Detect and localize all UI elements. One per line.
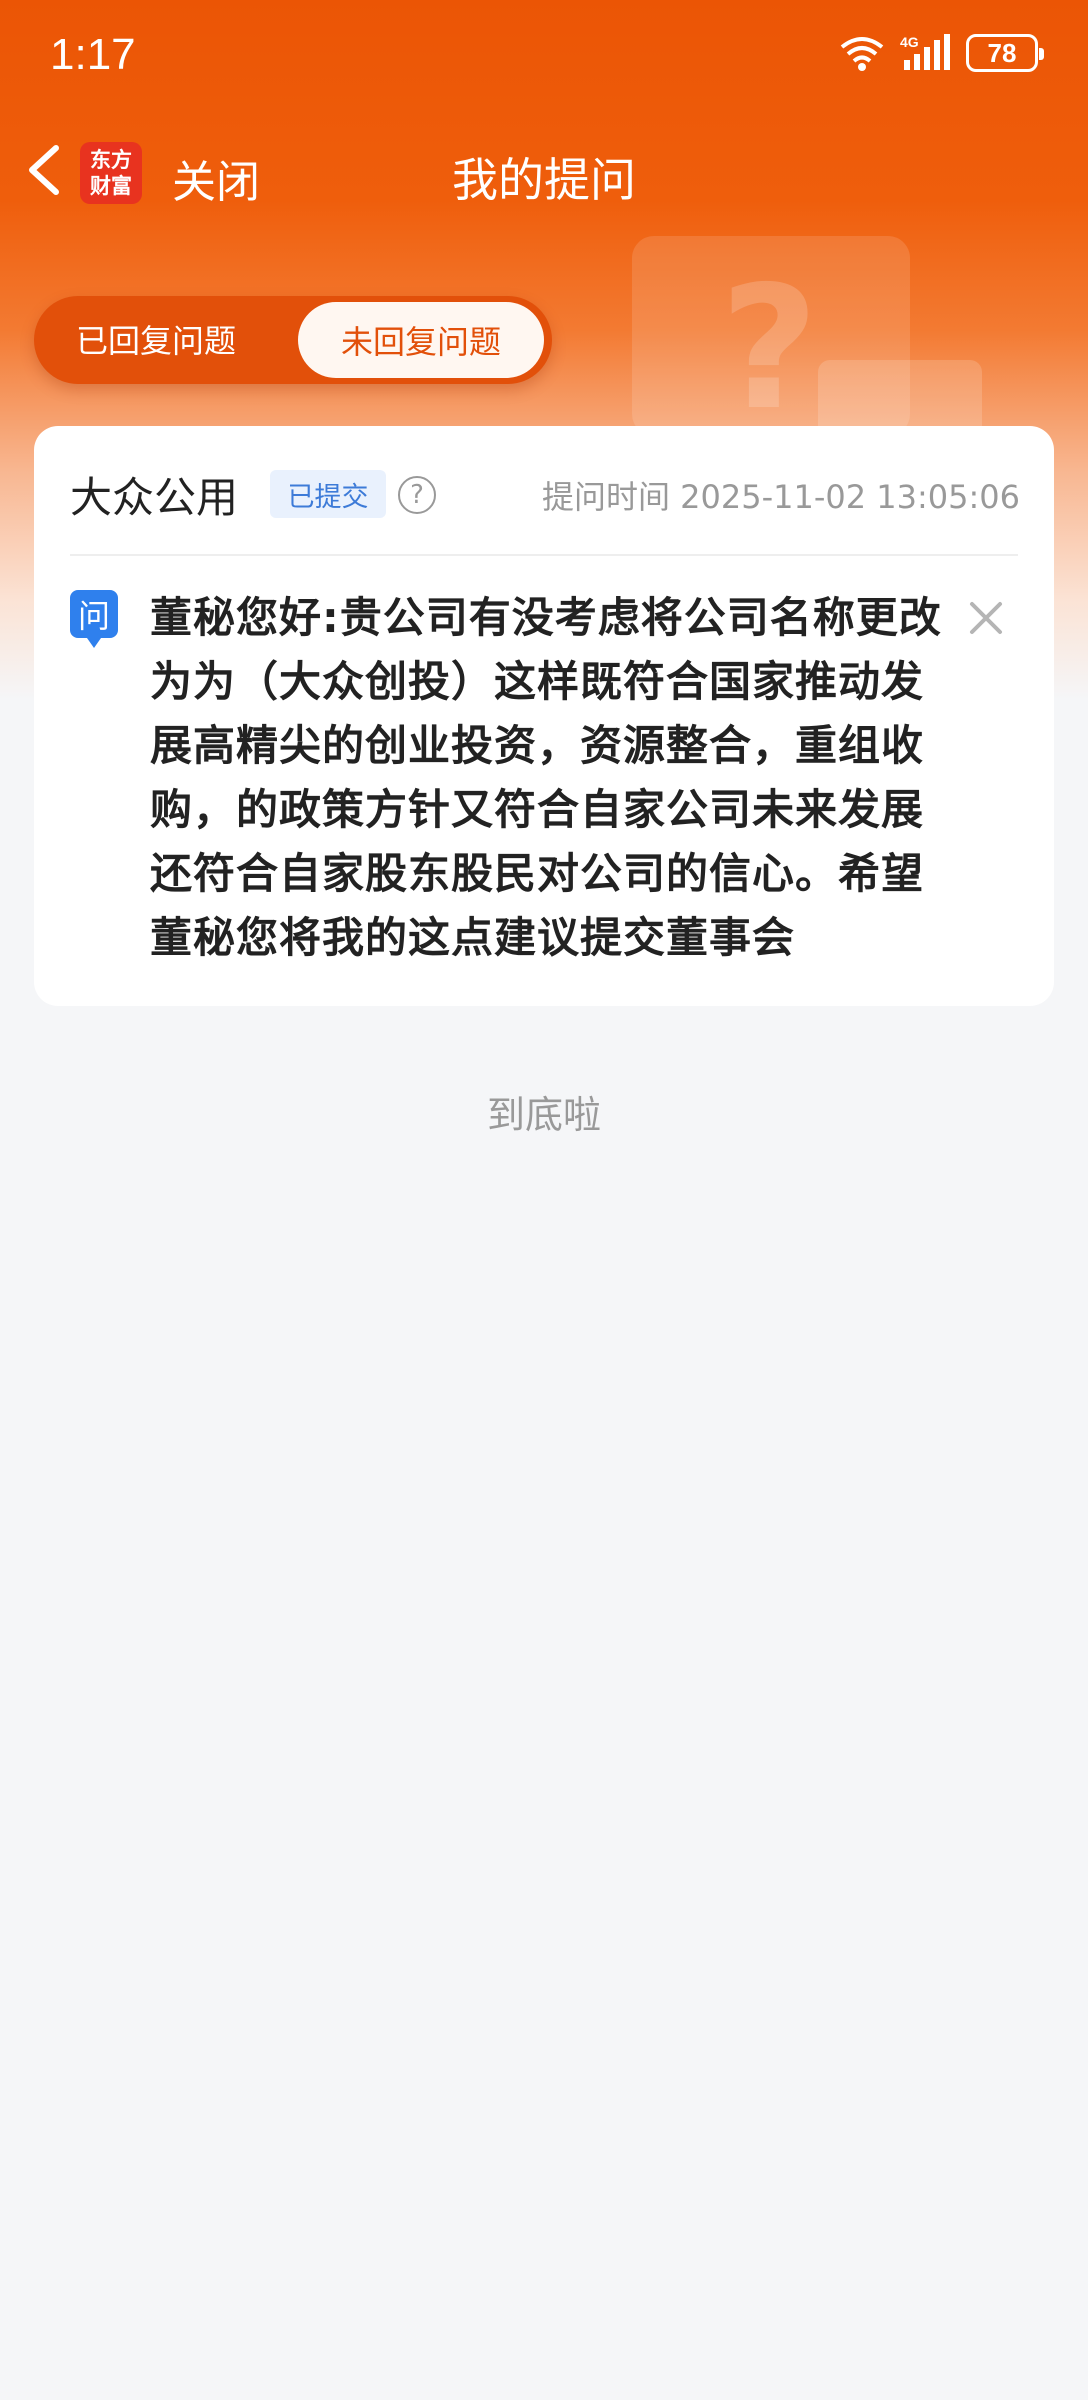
network-type-label: 4G	[900, 34, 919, 50]
close-icon[interactable]	[966, 598, 1006, 638]
question-line: 为为（大众创投）这样既符合国家推动发	[150, 657, 925, 706]
question-line: 购，的政策方针又符合自家公司未来发展	[150, 785, 925, 834]
battery-icon: 78	[966, 34, 1044, 72]
wifi-icon	[840, 37, 884, 71]
help-icon[interactable]: ?	[398, 476, 436, 514]
question-text: 董秘您好:贵公司有没考虑将公司名称更改 为为（大众创投）这样既符合国家推动发 展…	[150, 586, 1000, 970]
divider	[70, 554, 1018, 556]
battery-level: 78	[987, 37, 1017, 68]
tab-unanswered[interactable]: 未回复问题	[298, 302, 544, 378]
end-of-list-text: 到底啦	[486, 1093, 601, 1137]
status-badge: 已提交	[270, 470, 386, 518]
question-card: 大众公用 已提交 ? 提问时间 2025-11-02 13:05:06 问 董秘…	[34, 426, 1054, 1006]
status-time: 1:17	[50, 30, 136, 79]
question-mark-icon: ?	[720, 250, 819, 448]
status-bar: 1:17 4G 78	[0, 0, 1088, 116]
question-line: 还符合自家股东股民对公司的信心。希望	[150, 849, 925, 898]
status-icons: 4G 78	[838, 34, 1044, 72]
nav-bar: 东方 财富 关闭 我的提问	[0, 116, 1088, 226]
ask-time: 提问时间 2025-11-02 13:05:06	[541, 478, 1020, 516]
stock-name[interactable]: 大众公用	[70, 464, 238, 525]
question-line: 董秘您好:贵公司有没考虑将公司名称更改	[150, 593, 942, 642]
question-icon: 问	[70, 590, 118, 648]
tab-answered[interactable]: 已回复问题	[76, 316, 236, 362]
question-tabs: 已回复问题 未回复问题	[34, 296, 552, 384]
cellular-signal-icon: 4G	[900, 34, 950, 70]
page-title: 我的提问	[452, 153, 636, 207]
question-line: 展高精尖的创业投资，资源整合，重组收	[150, 721, 925, 770]
question-line: 董秘您将我的这点建议提交董事会	[150, 913, 796, 962]
